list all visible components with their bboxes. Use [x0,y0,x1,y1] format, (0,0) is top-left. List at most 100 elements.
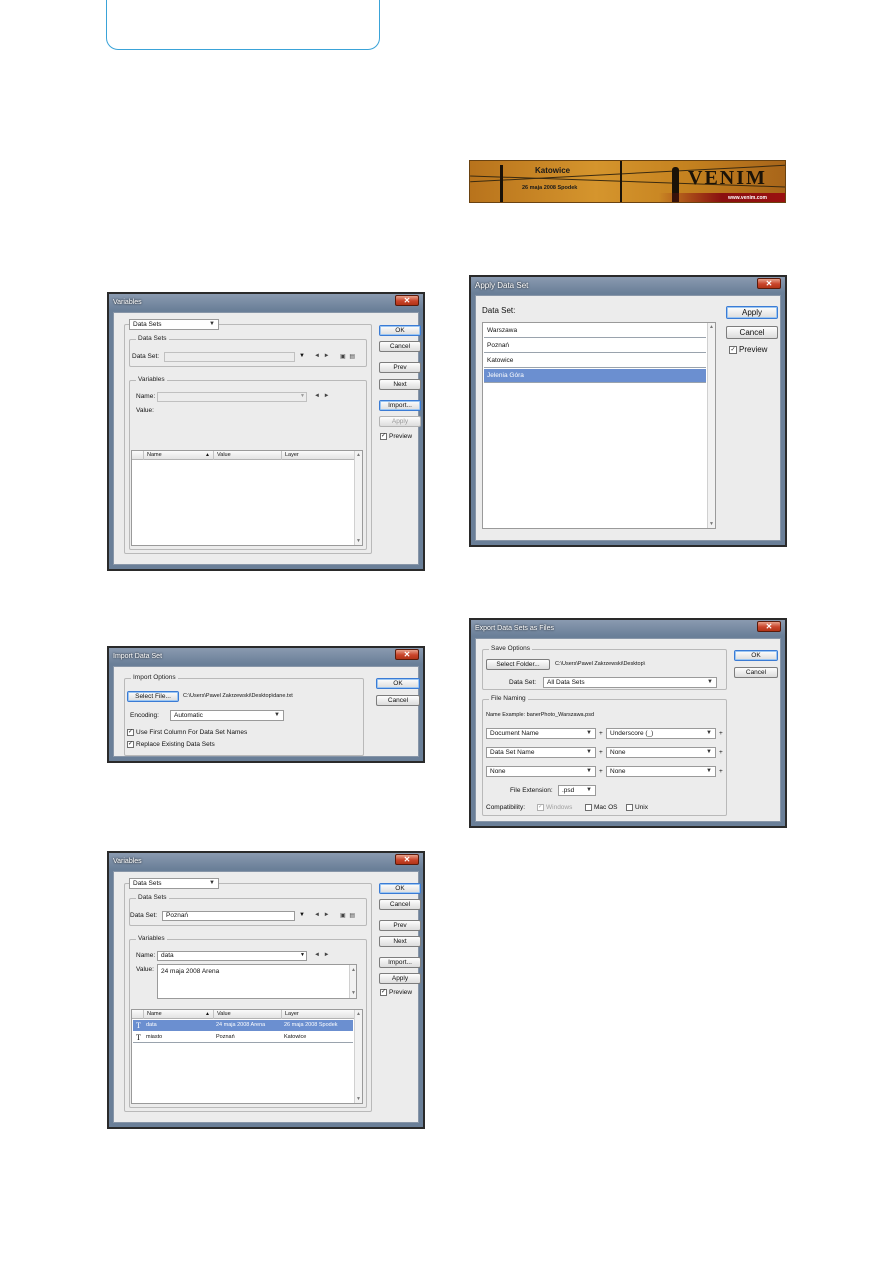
dataset-dropdown-arrow[interactable]: ▼ [299,912,305,918]
row-name: miasto [146,1034,163,1040]
mode-dropdown[interactable]: Data Sets ▼ [129,878,219,889]
scroll-down-icon[interactable]: ▼ [356,1096,361,1102]
next-button[interactable]: Next [379,936,421,947]
name-dropdown-arrow[interactable]: ▼ [300,952,305,958]
column-value[interactable]: Value [214,451,282,460]
cancel-button[interactable]: Cancel [726,326,778,339]
prev-button[interactable]: Prev [379,920,421,931]
dataset-field[interactable] [164,352,295,362]
preview-checkbox[interactable]: ✓ [729,346,737,354]
cancel-button[interactable]: Cancel [379,341,421,352]
import-button[interactable]: Import... [379,957,421,968]
prev-button[interactable]: Prev [379,362,421,373]
close-button[interactable]: ✕ [395,649,419,660]
dataset-field[interactable]: Poznań [162,911,295,921]
naming-dropdown[interactable]: None ▼ [606,766,716,777]
dataset-save-delete-icons[interactable]: ▣ ▤ [340,353,356,360]
table-row[interactable]: T data 24 maja 2008 Arena 26 maja 2008 S… [133,1020,353,1031]
name-field[interactable]: data [157,951,307,961]
column-layer[interactable]: Layer [282,1010,356,1019]
dataset-list[interactable]: Warszawa Poznań Katowice Jelenia Góra ▲ … [482,322,716,529]
next-button[interactable]: Next [379,379,421,390]
plus-sign: + [719,768,723,775]
scroll-down-icon[interactable]: ▼ [351,989,356,997]
scroll-down-icon[interactable]: ▼ [709,521,714,527]
row-layer: 26 maja 2008 Spodek [284,1022,338,1028]
row-value: 24 maja 2008 Arena [216,1022,266,1028]
value-textarea[interactable]: 24 maja 2008 Arena ▲ ▼ [157,964,357,999]
preview-checkbox[interactable]: ✓ [380,989,387,996]
naming-dropdown[interactable]: Document Name ▼ [486,728,596,739]
windows-checkbox: ✓ [537,804,544,811]
table-scrollbar[interactable]: ▲ ▼ [354,1010,362,1103]
dataset-nav-arrows[interactable]: ◄ ► [314,353,331,359]
select-folder-button[interactable]: Select Folder... [486,659,550,670]
column-icon [132,451,144,460]
dataset-nav-arrows[interactable]: ◄ ► [314,912,331,918]
variable-nav-arrows[interactable]: ◄ ► [314,952,331,958]
mode-dropdown[interactable]: Data Sets ▼ [129,319,219,330]
variable-nav-arrows[interactable]: ◄ ► [314,393,331,399]
dialog-client: Data Set: Warszawa Poznań Katowice Jelen… [475,295,781,541]
encoding-dropdown[interactable]: Automatic ▼ [170,710,284,721]
dialog-client: Save Options Select Folder... C:\Users\P… [475,638,781,822]
list-scrollbar[interactable]: ▲ ▼ [707,323,715,528]
column-name[interactable]: Name [144,451,214,460]
column-layer[interactable]: Layer [282,451,356,460]
dialog-client: Import Options Select File... C:\Users\P… [113,666,420,757]
column-name[interactable]: Name [144,1010,214,1019]
dataset-label: Data Set: [132,353,160,360]
dataset-dropdown[interactable]: All Data Sets ▼ [543,677,717,688]
name-field[interactable] [157,392,307,402]
close-button[interactable]: ✕ [395,295,419,306]
naming-dropdown[interactable]: None ▼ [486,766,596,777]
mode-dropdown-value: Data Sets [133,880,162,887]
ok-button[interactable]: OK [379,883,421,894]
scroll-up-icon[interactable]: ▲ [351,966,356,974]
preview-checkbox[interactable]: ✓ [380,433,387,440]
cancel-button[interactable]: Cancel [379,899,421,910]
select-file-button[interactable]: Select File... [127,691,179,702]
close-button[interactable]: ✕ [757,621,781,632]
apply-button[interactable]: Apply [726,306,778,319]
window-title: Variables [113,299,142,306]
apply-button[interactable]: Apply [379,973,421,984]
naming-dropdown[interactable]: Underscore (_) ▼ [606,728,716,739]
import-button[interactable]: Import... [379,400,421,411]
ok-button[interactable]: OK [379,325,421,336]
value-label: Value: [136,407,154,414]
scroll-up-icon[interactable]: ▲ [709,324,714,330]
table-scrollbar[interactable]: ▲ ▼ [354,451,362,545]
apply-button[interactable]: Apply [379,416,421,427]
dataset-dropdown-arrow[interactable]: ▼ [299,353,305,359]
naming-dropdown[interactable]: None ▼ [606,747,716,758]
value-label: Value: [136,966,154,973]
list-item[interactable]: Poznań [484,339,706,353]
close-button[interactable]: ✕ [757,278,781,289]
list-item[interactable]: Katowice [484,354,706,368]
list-item[interactable]: Warszawa [484,324,706,338]
banner-city: Katowice [535,166,571,175]
ok-button[interactable]: OK [376,678,420,689]
file-extension-dropdown[interactable]: .psd ▼ [558,785,596,796]
value-scrollbar[interactable]: ▲ ▼ [349,965,356,998]
cancel-button[interactable]: Cancel [376,695,420,706]
first-column-checkbox[interactable]: ✓ [127,729,134,736]
scroll-up-icon[interactable]: ▲ [356,1011,361,1017]
list-item[interactable]: Jelenia Góra [484,369,706,383]
file-extension-value: .psd [562,787,575,794]
event-banner-image: Katowice 26 maja 2008 Spodek VENIM www.v… [469,160,786,203]
column-value[interactable]: Value [214,1010,282,1019]
scroll-up-icon[interactable]: ▲ [356,452,361,458]
cancel-button[interactable]: Cancel [734,667,778,678]
name-dropdown-arrow[interactable]: ▼ [300,393,305,399]
close-button[interactable]: ✕ [395,854,419,865]
replace-existing-checkbox[interactable]: ✓ [127,741,134,748]
scroll-down-icon[interactable]: ▼ [356,538,361,544]
dataset-save-delete-icons[interactable]: ▣ ▤ [340,912,356,919]
unix-checkbox[interactable] [626,804,633,811]
mac-os-checkbox[interactable] [585,804,592,811]
ok-button[interactable]: OK [734,650,778,661]
table-row[interactable]: T miasto Poznań Katowice [133,1032,353,1043]
naming-dropdown[interactable]: Data Set Name ▼ [486,747,596,758]
